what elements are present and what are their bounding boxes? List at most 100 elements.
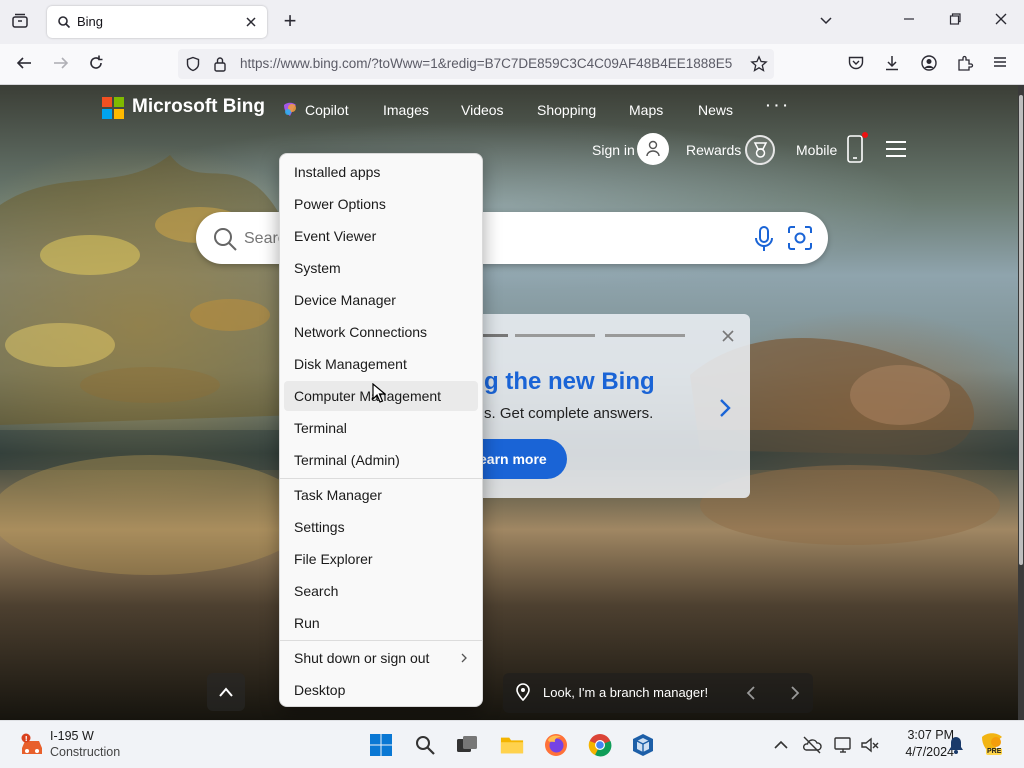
image-caption-bar[interactable]: Look, I'm a branch manager! <box>503 673 813 713</box>
nav-news[interactable]: News <box>698 102 733 118</box>
promo-subtitle: s. Get complete answers. <box>484 405 654 422</box>
notification-bell-icon[interactable] <box>946 735 966 755</box>
file-explorer-icon[interactable] <box>500 733 524 757</box>
menu-item-settings[interactable]: Settings <box>284 512 478 542</box>
tracking-protection-shield-icon[interactable] <box>185 56 201 77</box>
bing-logo[interactable]: Microsoft Bing <box>102 96 265 120</box>
rewards-medal-icon[interactable] <box>745 135 775 165</box>
nav-more-button[interactable]: · · · <box>766 97 788 113</box>
menu-item-search[interactable]: Search <box>284 576 478 606</box>
close-promo-icon[interactable] <box>721 329 735 348</box>
microphone-icon[interactable] <box>754 226 774 257</box>
menu-item-desktop[interactable]: Desktop <box>284 675 478 705</box>
sign-in-link[interactable]: Sign in <box>592 142 635 158</box>
close-tab-icon[interactable] <box>245 15 257 33</box>
menu-item-disk-management[interactable]: Disk Management <box>284 349 478 379</box>
previous-image-icon[interactable] <box>746 685 756 701</box>
extensions-icon[interactable] <box>954 54 976 76</box>
nav-shopping[interactable]: Shopping <box>537 102 596 118</box>
weather-subtitle: Construction <box>50 745 121 759</box>
account-icon[interactable] <box>918 54 940 76</box>
back-arrow-icon[interactable] <box>13 54 35 76</box>
weather-widget[interactable]: ! I-195 W Construction <box>14 727 144 763</box>
promo-next-chevron-icon[interactable] <box>718 398 732 423</box>
browser-tab-bar: Bing + <box>0 0 1024 44</box>
chevron-up-icon <box>219 687 233 697</box>
location-pin-icon <box>516 683 530 701</box>
mobile-link[interactable]: Mobile <box>796 142 837 158</box>
firefox-icon[interactable] <box>544 733 568 757</box>
taskbar-search-icon[interactable] <box>413 733 437 757</box>
weather-title: I-195 W <box>50 729 94 743</box>
menu-item-terminal-admin[interactable]: Terminal (Admin) <box>284 445 478 475</box>
bookmark-star-icon[interactable] <box>750 55 768 78</box>
menu-item-device-manager[interactable]: Device Manager <box>284 285 478 315</box>
menu-item-terminal[interactable]: Terminal <box>284 413 478 443</box>
chrome-icon[interactable] <box>588 733 612 757</box>
menu-item-network-connections[interactable]: Network Connections <box>284 317 478 347</box>
url-bar[interactable]: https://www.bing.com/?toWww=1&redig=B7C7… <box>178 49 774 79</box>
menu-item-file-explorer[interactable]: File Explorer <box>284 544 478 574</box>
svg-text:!: ! <box>25 735 28 743</box>
traffic-car-icon: ! <box>21 733 42 754</box>
show-hidden-icons-chevron-icon[interactable] <box>771 735 791 755</box>
menu-item-power-options[interactable]: Power Options <box>284 189 478 219</box>
chevron-right-icon <box>461 653 467 663</box>
tab-overview-icon[interactable] <box>9 12 31 34</box>
lock-icon[interactable] <box>213 56 227 77</box>
nav-videos[interactable]: Videos <box>461 102 504 118</box>
forward-arrow-icon[interactable] <box>50 54 72 76</box>
url-text[interactable]: https://www.bing.com/?toWww=1&redig=B7C7… <box>240 56 740 71</box>
menu-item-system[interactable]: System <box>284 253 478 283</box>
list-all-tabs-icon[interactable] <box>815 12 837 34</box>
downloads-icon[interactable] <box>881 54 903 76</box>
nav-images[interactable]: Images <box>383 102 429 118</box>
bing-logo-text: Microsoft Bing <box>132 96 265 117</box>
image-caption-text[interactable]: Look, I'm a branch manager! <box>543 685 708 700</box>
clock[interactable]: 3:07 PM 4/7/2024 <box>886 728 954 762</box>
windows-taskbar: ! I-195 W Construction 3:07 PM 4/7/2024 <box>0 720 1024 768</box>
menu-item-task-manager[interactable]: Task Manager <box>284 480 478 510</box>
hamburger-menu-icon[interactable] <box>885 140 907 163</box>
menu-item-run[interactable]: Run <box>284 608 478 638</box>
new-tab-button[interactable]: + <box>279 10 301 33</box>
user-avatar-icon[interactable] <box>637 133 669 165</box>
minimize-window-icon[interactable] <box>898 12 920 34</box>
clock-date: 4/7/2024 <box>905 745 954 759</box>
onedrive-offline-icon[interactable] <box>802 735 822 755</box>
bing-page: Microsoft Bing Copilot Images Videos Sho… <box>0 85 1018 720</box>
winx-context-menu: Installed apps Power Options Event Viewe… <box>279 153 483 707</box>
menu-separator <box>280 478 482 479</box>
pocket-icon[interactable] <box>845 54 867 76</box>
mobile-phone-icon[interactable] <box>846 132 870 171</box>
reload-icon[interactable] <box>85 54 107 76</box>
next-image-icon[interactable] <box>790 685 800 701</box>
windows-start-icon[interactable] <box>369 733 393 757</box>
network-display-icon[interactable] <box>833 735 853 755</box>
menu-item-event-viewer[interactable]: Event Viewer <box>284 221 478 251</box>
menu-item-shut-down-or-sign-out[interactable]: Shut down or sign out <box>284 643 478 673</box>
tab-bing[interactable]: Bing <box>47 6 267 38</box>
visual-search-icon[interactable] <box>787 225 813 256</box>
preview-badge-text: PRE <box>986 748 1003 755</box>
learn-more-label: earn more <box>479 451 547 467</box>
tab-title: Bing <box>77 14 104 29</box>
page-scrollbar-thumb[interactable] <box>1019 95 1023 565</box>
clock-time: 3:07 PM <box>907 728 954 742</box>
maximize-window-icon[interactable] <box>944 12 966 34</box>
copilot-icon <box>281 101 299 124</box>
nav-copilot[interactable]: Copilot <box>305 102 349 118</box>
browser-nav-bar: https://www.bing.com/?toWww=1&redig=B7C7… <box>0 44 1024 85</box>
rewards-link[interactable]: Rewards <box>686 142 741 158</box>
promo-title: g the new Bing <box>484 368 655 395</box>
menu-separator <box>280 640 482 641</box>
close-window-icon[interactable] <box>990 12 1012 34</box>
app-menu-icon[interactable] <box>989 54 1011 76</box>
task-view-icon[interactable] <box>455 733 479 757</box>
nav-maps[interactable]: Maps <box>629 102 663 118</box>
volume-muted-icon[interactable] <box>860 735 880 755</box>
scroll-up-button[interactable] <box>207 673 245 711</box>
menu-item-installed-apps[interactable]: Installed apps <box>284 157 478 187</box>
virtualbox-icon[interactable] <box>631 733 655 757</box>
copilot-preview-badge[interactable]: PRE <box>978 731 1006 759</box>
